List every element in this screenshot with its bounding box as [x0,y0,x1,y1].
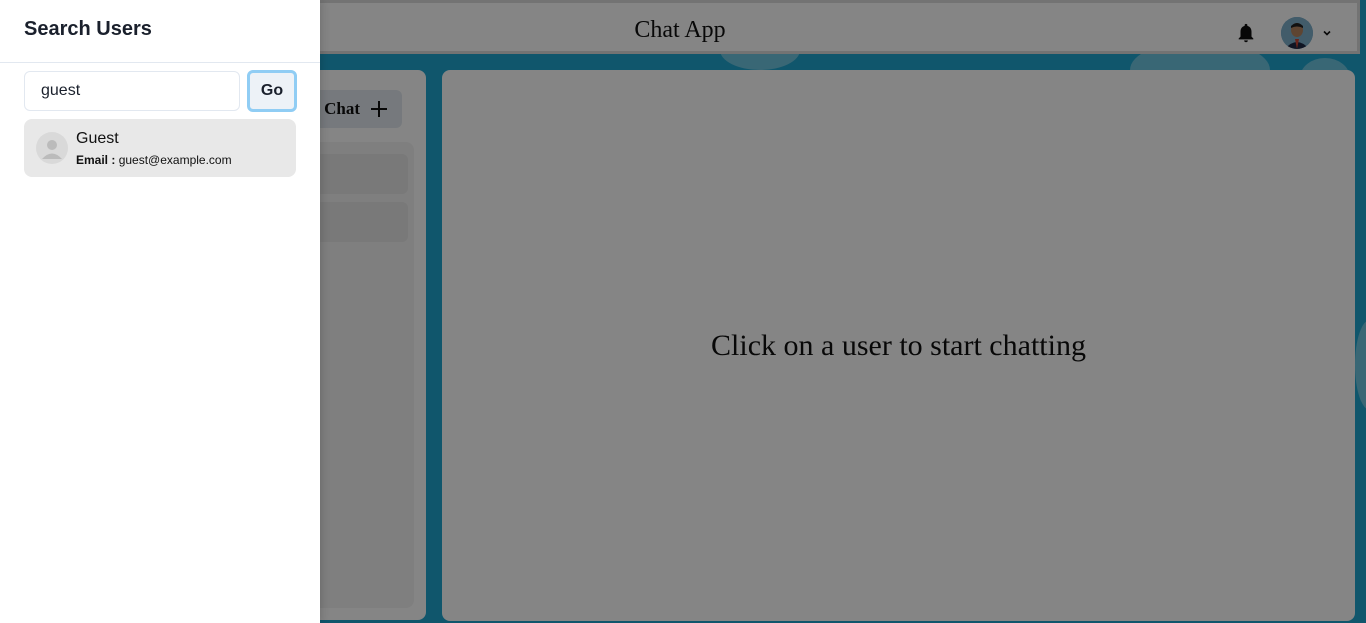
go-button[interactable]: Go [247,70,297,112]
email-value: guest@example.com [118,153,232,167]
user-result-item[interactable]: Guest Email : guest@example.com [24,119,296,177]
drawer-title: Search Users [24,18,152,40]
search-input[interactable] [24,71,240,111]
user-email: Email : guest@example.com [76,153,232,167]
default-avatar-icon [36,132,68,164]
divider [0,62,320,63]
search-users-drawer: Search Users Go Guest Email : guest@exam… [0,0,320,623]
user-name: Guest [76,130,119,147]
email-label: Email : [76,153,116,167]
